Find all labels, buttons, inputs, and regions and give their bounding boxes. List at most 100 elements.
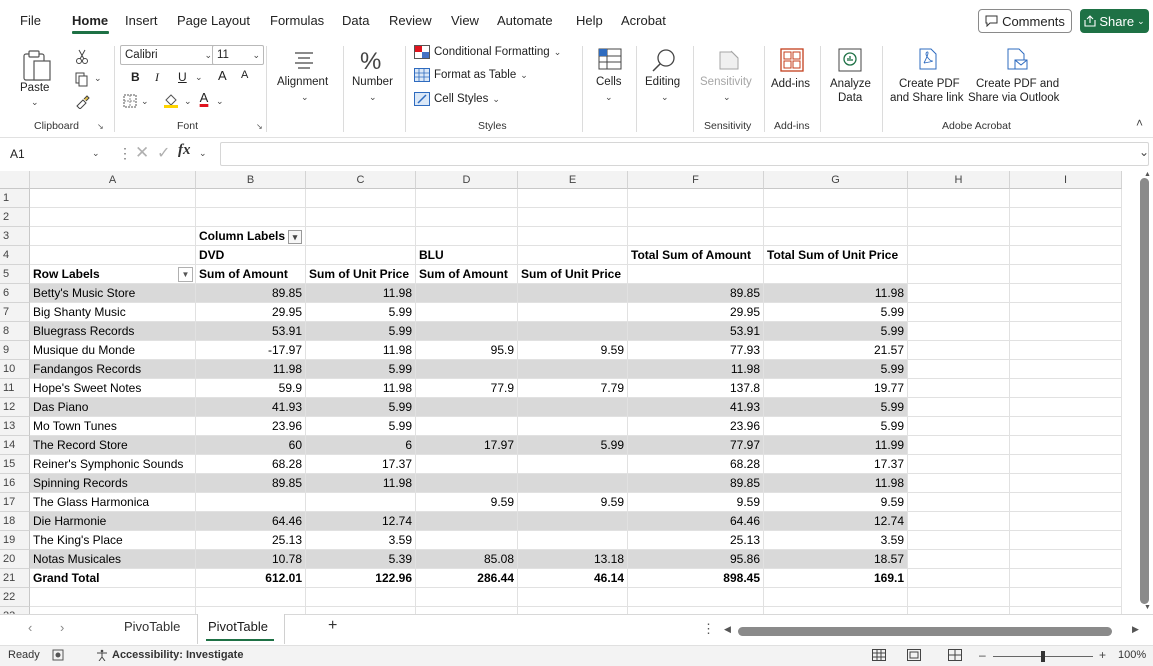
cell-c10[interactable]: 5.99 [306,360,416,379]
cell-h23[interactable] [908,607,1010,614]
comments-button[interactable]: Comments [978,9,1072,33]
cell-c22[interactable] [306,588,416,607]
cell-c2[interactable] [306,208,416,227]
cell-c23[interactable] [306,607,416,614]
cell-h22[interactable] [908,588,1010,607]
column-header-g[interactable]: G [764,171,908,189]
next-sheet-icon[interactable]: › [60,620,64,635]
cell-e23[interactable] [518,607,628,614]
select-all-corner[interactable] [0,171,30,189]
cell-e12[interactable] [518,398,628,417]
row-header-18[interactable]: 18 [0,512,30,531]
cell-d21[interactable]: 286.44 [416,569,518,588]
cell-f2[interactable] [628,208,764,227]
cell-g5[interactable] [764,265,908,284]
worksheet-grid[interactable]: A B C D E F G H I 1 2 3 Column Labels ▾ 4 DVD BLU Total S… [0,171,1131,614]
cell-b7[interactable]: 29.95 [196,303,306,322]
cell-h18[interactable] [908,512,1010,531]
cell-h3[interactable] [908,227,1010,246]
row-header-10[interactable]: 10 [0,360,30,379]
cell-e1[interactable] [518,189,628,208]
cell-g2[interactable] [764,208,908,227]
cell-b9[interactable]: -17.97 [196,341,306,360]
cell-g20[interactable]: 18.57 [764,550,908,569]
menu-view[interactable]: View [451,13,479,28]
cell-a7[interactable]: Big Shanty Music [30,303,196,322]
cell-d5[interactable]: Sum of Amount [416,265,518,284]
cell-h21[interactable] [908,569,1010,588]
cell-b3[interactable]: Column Labels ▾ [196,227,306,246]
collapse-ribbon-icon[interactable]: ˄ [1136,116,1143,130]
cell-f15[interactable]: 68.28 [628,455,764,474]
vertical-scroll-thumb[interactable] [1140,178,1149,604]
column-header-f[interactable]: F [628,171,764,189]
cell-i6[interactable] [1010,284,1122,303]
cell-e18[interactable] [518,512,628,531]
row-header-3[interactable]: 3 [0,227,30,246]
cell-g17[interactable]: 9.59 [764,493,908,512]
create-pdf-outlook-button[interactable]: Create PDF and Share via Outlook [968,48,1068,113]
cell-c1[interactable] [306,189,416,208]
cell-g9[interactable]: 21.57 [764,341,908,360]
chevron-down-icon[interactable]: ⌄ [141,96,149,107]
cell-h16[interactable] [908,474,1010,493]
cell-h6[interactable] [908,284,1010,303]
cell-g19[interactable]: 3.59 [764,531,908,550]
cell-b16[interactable]: 89.85 [196,474,306,493]
prev-sheet-icon[interactable]: ‹ [28,620,32,635]
cell-i23[interactable] [1010,607,1122,614]
cell-c11[interactable]: 11.98 [306,379,416,398]
cell-a11[interactable]: Hope's Sweet Notes [30,379,196,398]
scroll-down-icon[interactable]: ▼ [1144,604,1151,611]
cell-b8[interactable]: 53.91 [196,322,306,341]
row-header-15[interactable]: 15 [0,455,30,474]
cell-i14[interactable] [1010,436,1122,455]
cell-i15[interactable] [1010,455,1122,474]
cell-i4[interactable] [1010,246,1122,265]
column-header-b[interactable]: B [196,171,306,189]
more-options-icon[interactable]: ⋮ [702,621,715,637]
cell-b5[interactable]: Sum of Amount [196,265,306,284]
cell-i18[interactable] [1010,512,1122,531]
cell-a9[interactable]: Musique du Monde [30,341,196,360]
cell-f1[interactable] [628,189,764,208]
insert-function-button[interactable]: fx [178,142,191,159]
horizontal-scroll-thumb[interactable] [738,627,1112,636]
cell-e10[interactable] [518,360,628,379]
cell-e7[interactable] [518,303,628,322]
cell-c9[interactable]: 11.98 [306,341,416,360]
menu-page-layout[interactable]: Page Layout [177,13,250,28]
cells-button[interactable]: Cells ⌄ [590,48,630,113]
cell-d12[interactable] [416,398,518,417]
cell-f8[interactable]: 53.91 [628,322,764,341]
sheet-tab-pivottable[interactable]: PivotTable [208,619,268,634]
cell-d18[interactable] [416,512,518,531]
row-header-13[interactable]: 13 [0,417,30,436]
cell-d9[interactable]: 95.9 [416,341,518,360]
cell-c19[interactable]: 3.59 [306,531,416,550]
cell-g13[interactable]: 5.99 [764,417,908,436]
page-layout-view-icon[interactable] [907,649,921,661]
cell-g14[interactable]: 11.99 [764,436,908,455]
cell-i11[interactable] [1010,379,1122,398]
cell-g22[interactable] [764,588,908,607]
cell-f16[interactable]: 89.85 [628,474,764,493]
cell-h9[interactable] [908,341,1010,360]
cell-b21[interactable]: 612.01 [196,569,306,588]
cell-i5[interactable] [1010,265,1122,284]
dialog-launcher-icon[interactable]: ↘ [97,122,104,131]
cell-i20[interactable] [1010,550,1122,569]
cell-d13[interactable] [416,417,518,436]
scroll-right-icon[interactable]: ▶ [1132,624,1139,635]
cell-b23[interactable] [196,607,306,614]
cell-h11[interactable] [908,379,1010,398]
macro-recording-icon[interactable] [52,649,64,661]
cell-i3[interactable] [1010,227,1122,246]
cell-g23[interactable] [764,607,908,614]
cell-c16[interactable]: 11.98 [306,474,416,493]
cell-h14[interactable] [908,436,1010,455]
cell-d2[interactable] [416,208,518,227]
cell-i1[interactable] [1010,189,1122,208]
cell-c13[interactable]: 5.99 [306,417,416,436]
chevron-down-icon[interactable]: ⌄ [92,148,100,159]
